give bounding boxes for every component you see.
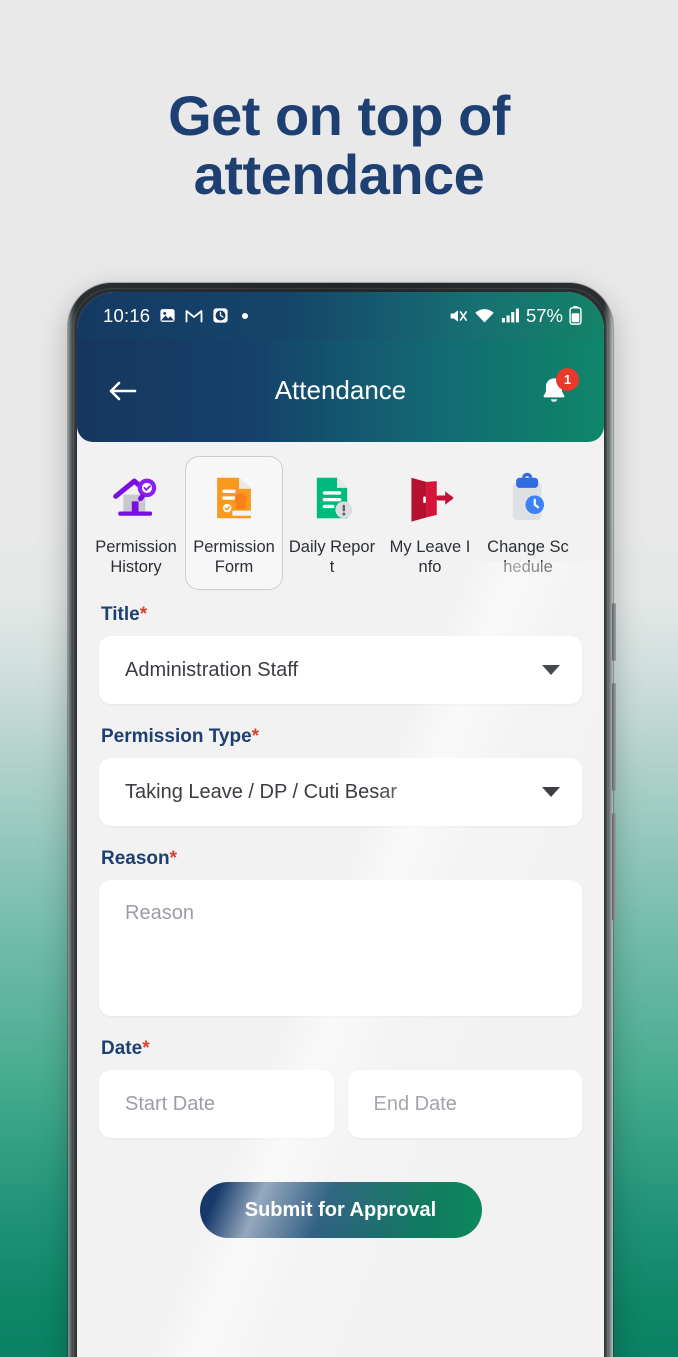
start-date-input[interactable]: Start Date xyxy=(99,1070,334,1139)
permission-type-select-value: Taking Leave / DP / Cuti Besar xyxy=(125,780,397,803)
tab-daily-report[interactable]: Daily Report xyxy=(283,456,381,590)
tab-permission-history[interactable]: Permission History xyxy=(87,456,185,590)
tab-my-leave-info[interactable]: My Leave Info xyxy=(381,456,479,590)
clock-icon xyxy=(212,307,229,324)
phone-button-volume-up[interactable] xyxy=(612,683,616,791)
signal-icon xyxy=(501,307,520,324)
tab-label: Change Schedule xyxy=(487,538,569,577)
chevron-down-icon xyxy=(542,787,560,798)
reason-textarea[interactable]: Reason xyxy=(99,880,582,1017)
phone-screen: 10:16 57% Attendance 1 Permission Histor… xyxy=(77,292,604,1357)
report-alert-icon xyxy=(316,477,353,519)
phone-device-frame: 10:16 57% Attendance 1 Permission Histor… xyxy=(68,283,616,1357)
dot-icon xyxy=(242,312,249,319)
tab-label: My Leave Info xyxy=(389,538,471,577)
notifications-button[interactable]: 1 xyxy=(532,367,579,413)
exit-door-icon xyxy=(411,477,454,522)
permission-form: Title* Administration Staff Permission T… xyxy=(77,594,604,1239)
battery-icon xyxy=(569,306,582,325)
back-button[interactable] xyxy=(105,373,141,409)
phone-button-power[interactable] xyxy=(612,603,616,661)
title-field-label: Title* xyxy=(101,604,582,626)
battery-percent-label: 57% xyxy=(525,304,563,326)
reason-label-text: Reason xyxy=(101,848,170,870)
mute-icon xyxy=(448,307,468,325)
tab-label: Permission History xyxy=(95,538,177,577)
status-bar-left: 10:16 xyxy=(103,304,249,327)
house-search-icon xyxy=(113,478,157,516)
status-bar-right: 57% xyxy=(448,305,582,327)
wifi-icon xyxy=(474,307,495,324)
chevron-down-icon xyxy=(542,665,560,676)
tab-strip[interactable]: Permission History Permission Form Daily… xyxy=(77,442,604,594)
gmail-icon xyxy=(185,308,203,323)
date-field-label: Date* xyxy=(101,1038,582,1060)
app-content: Permission History Permission Form Daily… xyxy=(77,442,604,1357)
end-date-input[interactable]: End Date xyxy=(347,1070,582,1139)
date-label-text: Date xyxy=(101,1038,143,1060)
tab-permission-form[interactable]: Permission Form xyxy=(185,456,283,591)
title-select[interactable]: Administration Staff xyxy=(99,636,582,705)
app-bar: Attendance 1 xyxy=(77,339,604,442)
submit-row: Submit for Approval xyxy=(99,1182,582,1239)
title-select-value: Administration Staff xyxy=(125,658,299,681)
headline-line-2: attendance xyxy=(193,143,485,207)
clipboard-lock-icon xyxy=(512,472,545,520)
tab-label: Permission Form xyxy=(193,538,275,577)
permission-type-field-label: Permission Type* xyxy=(101,726,582,748)
status-bar-clock: 10:16 xyxy=(103,304,151,326)
date-range-row: Start Date End Date xyxy=(99,1070,582,1139)
permission-type-label-text: Permission Type xyxy=(101,726,252,748)
permission-type-select[interactable]: Taking Leave / DP / Cuti Besar xyxy=(99,758,582,827)
required-asterisk: * xyxy=(169,848,178,870)
headline-line-1: Get on top of xyxy=(168,84,510,147)
status-bar: 10:16 57% xyxy=(77,292,604,339)
page-title: Get on top of attendance xyxy=(0,86,678,205)
photos-icon xyxy=(159,307,176,324)
document-stamp-icon xyxy=(217,477,253,519)
submit-for-approval-button[interactable]: Submit for Approval xyxy=(199,1182,482,1239)
required-asterisk: * xyxy=(251,726,260,748)
required-asterisk: * xyxy=(139,604,148,626)
required-asterisk: * xyxy=(142,1038,150,1060)
tab-change-schedule[interactable]: Change Schedule xyxy=(479,456,577,590)
tab-label: Daily Report xyxy=(288,538,376,577)
back-arrow-icon xyxy=(109,381,137,400)
title-label-text: Title xyxy=(101,604,140,626)
reason-field-label: Reason* xyxy=(101,848,582,870)
app-bar-title: Attendance xyxy=(274,375,407,405)
notification-badge: 1 xyxy=(556,367,579,391)
phone-button-volume-down[interactable] xyxy=(612,813,616,921)
